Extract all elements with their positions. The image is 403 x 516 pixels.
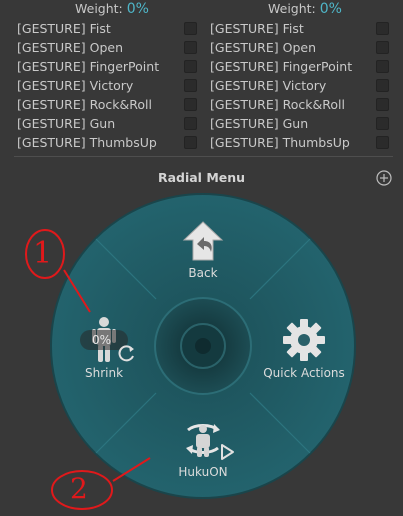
annotation-arrow-1	[63, 269, 91, 313]
annotation-overlay	[25, 229, 151, 510]
gesture-settings-panel: Weight: 0% Weight: 0% [GESTURE] Fist [GE…	[0, 0, 403, 516]
annotation-arrow-2	[112, 457, 151, 482]
annotation-number-2: 2	[70, 472, 88, 505]
annotation-number-1: 1	[33, 236, 53, 271]
